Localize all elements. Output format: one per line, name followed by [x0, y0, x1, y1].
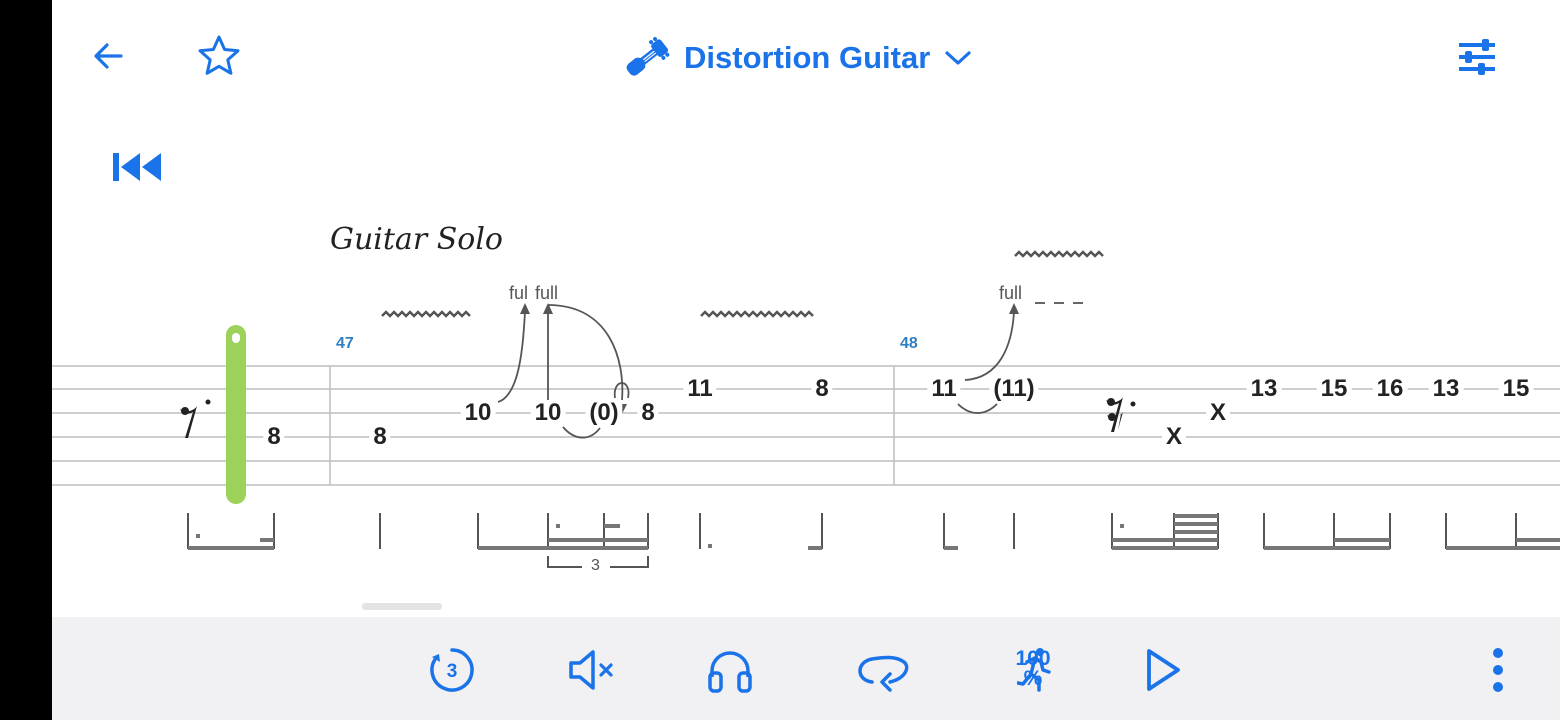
headphones-icon: [708, 651, 752, 693]
tab-note[interactable]: 11: [927, 376, 961, 402]
tab-note[interactable]: 11: [683, 376, 717, 402]
countdown-button[interactable]: 3: [422, 643, 482, 697]
tempo-button[interactable]: 100 %: [988, 639, 1078, 699]
tab-note[interactable]: 10: [530, 400, 566, 426]
tab-note[interactable]: (0): [585, 400, 623, 426]
tab-note[interactable]: 15: [1498, 376, 1534, 402]
tab-note[interactable]: 8: [637, 400, 659, 426]
play-button[interactable]: [1132, 643, 1192, 697]
bend-label: full: [535, 283, 559, 303]
mute-icon: [569, 650, 613, 690]
measure-number[interactable]: 48: [900, 335, 918, 353]
tab-note[interactable]: 16: [1372, 376, 1408, 402]
tempo-readout: 100 %: [1015, 647, 1051, 690]
tab-note[interactable]: 13: [1428, 376, 1464, 402]
mute-button[interactable]: [562, 643, 622, 697]
playback-toolbar: 3 100 %: [52, 617, 1560, 720]
playback-cursor[interactable]: [226, 325, 246, 504]
bend-label: ful: [509, 283, 529, 303]
headphones-button[interactable]: [700, 643, 760, 697]
tab-note[interactable]: 8: [263, 424, 285, 450]
bend-label: full: [999, 283, 1023, 303]
tuplet-number: 3: [588, 557, 603, 575]
cursor-handle: [232, 333, 240, 343]
play-icon: [1147, 649, 1180, 691]
tab-note[interactable]: X: [1205, 400, 1231, 426]
measure-number[interactable]: 47: [336, 335, 354, 353]
countdown-value: 3: [447, 661, 458, 682]
tab-note[interactable]: X: [1161, 424, 1187, 450]
tab-note[interactable]: 15: [1316, 376, 1352, 402]
tab-note[interactable]: 8: [811, 376, 833, 402]
tab-staff: [52, 250, 1560, 568]
tempo-unit: %: [1023, 667, 1043, 690]
countdown-icon: 3: [430, 648, 474, 692]
tab-note[interactable]: 13: [1246, 376, 1282, 402]
more-vert-icon: [1493, 648, 1503, 692]
tab-note[interactable]: (11): [989, 376, 1039, 402]
more-options-button[interactable]: [1476, 643, 1520, 697]
loop-icon: [858, 655, 909, 692]
tab-note[interactable]: 10: [460, 400, 496, 426]
loop-button[interactable]: [850, 643, 914, 697]
tab-note[interactable]: 8: [369, 424, 391, 450]
drag-handle[interactable]: [362, 603, 442, 610]
tempo-value: 100: [1015, 647, 1051, 670]
